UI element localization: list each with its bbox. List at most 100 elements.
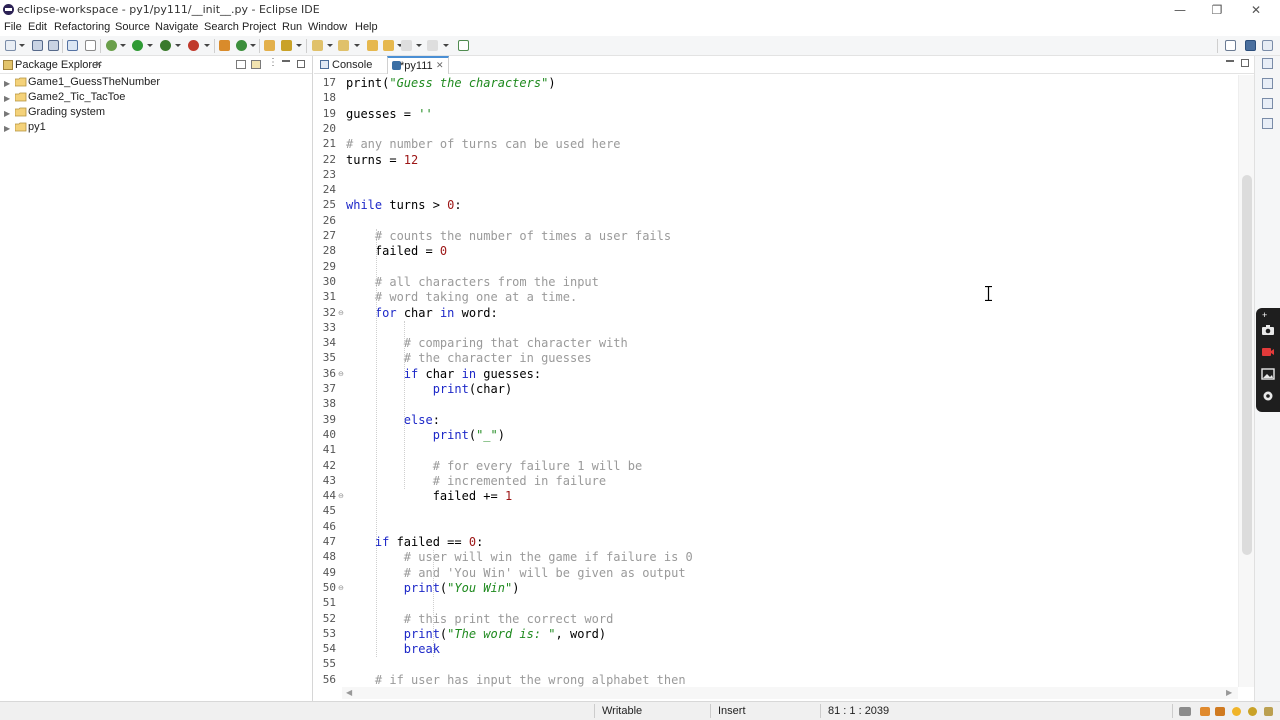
terminal-icon[interactable] bbox=[67, 40, 78, 51]
minimize-button[interactable]: — bbox=[1160, 0, 1200, 20]
fold-toggle-icon[interactable]: ⊖ bbox=[338, 309, 344, 317]
menu-source[interactable]: Source bbox=[115, 21, 150, 33]
horizontal-scrollbar[interactable]: ◀ ▶ bbox=[342, 687, 1238, 699]
menu-refactoring[interactable]: Refactoring bbox=[54, 21, 110, 33]
debug-icon[interactable] bbox=[106, 40, 117, 51]
heap-status-icon[interactable] bbox=[1179, 707, 1191, 716]
code-line[interactable]: # word taking one at a time. bbox=[346, 290, 577, 305]
code-line[interactable]: print("Guess the characters") bbox=[346, 76, 556, 91]
java-perspective-icon[interactable] bbox=[1262, 40, 1273, 51]
notification-icon[interactable] bbox=[1200, 707, 1210, 716]
close-icon[interactable]: ✕ bbox=[95, 59, 103, 70]
pydev-perspective-icon[interactable] bbox=[1245, 40, 1256, 51]
code-line[interactable]: else: bbox=[346, 413, 440, 428]
maximize-editor-icon[interactable] bbox=[1241, 59, 1249, 67]
code-line[interactable]: # the character in guesses bbox=[346, 351, 592, 366]
code-line[interactable]: print("The word is: ", word) bbox=[346, 627, 606, 642]
code-line[interactable]: # comparing that character with bbox=[346, 336, 628, 351]
expand-arrow-icon[interactable]: ▶ bbox=[4, 124, 10, 133]
last-edit-icon[interactable] bbox=[367, 40, 378, 51]
menu-search[interactable]: Search bbox=[204, 21, 239, 33]
external-tools-dropdown-icon[interactable] bbox=[204, 44, 210, 47]
package-explorer-tab[interactable]: Package Explorer bbox=[15, 59, 102, 71]
coverage-icon[interactable] bbox=[160, 40, 171, 51]
code-line[interactable]: # all characters from the input bbox=[346, 275, 599, 290]
back-icon[interactable] bbox=[383, 40, 394, 51]
link-editor-icon[interactable] bbox=[251, 60, 261, 69]
code-line[interactable]: # if user has input the wrong alphabet t… bbox=[346, 673, 686, 687]
code-line[interactable]: print("_") bbox=[346, 428, 505, 443]
progress-icon[interactable] bbox=[1248, 707, 1257, 716]
code-line[interactable]: break bbox=[346, 642, 440, 657]
code-line[interactable]: # and 'You Win' will be given as output bbox=[346, 566, 686, 581]
tab-console[interactable]: Console bbox=[318, 56, 380, 74]
new-dropdown-icon[interactable] bbox=[19, 44, 25, 47]
vertical-scroll-thumb[interactable] bbox=[1242, 175, 1252, 555]
open-type-icon[interactable] bbox=[264, 40, 275, 51]
menu-file[interactable]: File bbox=[4, 21, 22, 33]
forward-dropdown-icon[interactable] bbox=[416, 44, 422, 47]
code-line[interactable]: for char in word: bbox=[346, 306, 498, 321]
menu-run[interactable]: Run bbox=[282, 21, 302, 33]
tab-py111[interactable]: *py111 ✕ bbox=[387, 56, 449, 74]
skip-breakpoints-icon[interactable] bbox=[85, 40, 96, 51]
forward-icon[interactable] bbox=[401, 40, 412, 51]
pen-dropdown-icon[interactable] bbox=[296, 44, 302, 47]
menu-edit[interactable]: Edit bbox=[28, 21, 47, 33]
code-line[interactable]: # any number of turns can be used here bbox=[346, 137, 621, 152]
code-line[interactable]: if failed == 0: bbox=[346, 535, 483, 550]
previous-annotation-dropdown-icon[interactable] bbox=[354, 44, 360, 47]
code-line[interactable]: while turns > 0: bbox=[346, 198, 462, 213]
update-icon[interactable] bbox=[1215, 707, 1225, 716]
fold-toggle-icon[interactable]: ⊖ bbox=[338, 370, 344, 378]
fold-toggle-icon[interactable]: ⊖ bbox=[338, 584, 344, 592]
sync-icon[interactable] bbox=[1264, 707, 1273, 716]
run-dropdown-icon[interactable] bbox=[147, 44, 153, 47]
gallery-icon[interactable] bbox=[1261, 368, 1275, 380]
code-line[interactable]: print(char) bbox=[346, 382, 512, 397]
code-line[interactable]: failed += 1 bbox=[346, 489, 513, 504]
vertical-scrollbar[interactable] bbox=[1238, 75, 1254, 687]
new-class-icon[interactable] bbox=[236, 40, 247, 51]
external-tools-icon[interactable] bbox=[188, 40, 199, 51]
next-annotation-dropdown-icon[interactable] bbox=[327, 44, 333, 47]
code-line[interactable]: failed = 0 bbox=[346, 244, 447, 259]
plus-icon[interactable]: + bbox=[1262, 310, 1267, 320]
view-menu-icon[interactable]: ⋮ bbox=[268, 57, 278, 68]
settings-icon[interactable] bbox=[1261, 390, 1275, 402]
collapse-all-icon[interactable] bbox=[236, 60, 246, 69]
debug-dropdown-icon[interactable] bbox=[120, 44, 126, 47]
expand-arrow-icon[interactable]: ▶ bbox=[4, 94, 10, 103]
menu-help[interactable]: Help bbox=[355, 21, 378, 33]
code-line[interactable]: # for every failure 1 will be bbox=[346, 459, 643, 474]
code-line[interactable]: # counts the number of times a user fail… bbox=[346, 229, 671, 244]
minimize-view-icon[interactable] bbox=[282, 60, 290, 62]
code-editor[interactable]: print("Guess the characters") guesses = '… bbox=[346, 75, 1236, 687]
code-line[interactable]: # incremented in failure bbox=[346, 474, 606, 489]
run-icon[interactable] bbox=[132, 40, 143, 51]
pin-editor-icon[interactable] bbox=[458, 40, 469, 51]
code-line[interactable]: turns = 12 bbox=[346, 153, 418, 168]
restore-button[interactable]: ❐ bbox=[1197, 0, 1237, 20]
task-list-icon[interactable] bbox=[1262, 78, 1273, 89]
code-line[interactable]: # this print the correct word bbox=[346, 612, 614, 627]
save-icon[interactable] bbox=[32, 40, 43, 51]
maximize-view-icon[interactable] bbox=[297, 60, 305, 68]
next-annotation-icon[interactable] bbox=[312, 40, 323, 51]
fold-toggle-icon[interactable]: ⊖ bbox=[338, 492, 344, 500]
coverage-dropdown-icon[interactable] bbox=[175, 44, 181, 47]
close-icon[interactable]: ✕ bbox=[436, 60, 444, 71]
forward2-dropdown-icon[interactable] bbox=[443, 44, 449, 47]
new-icon[interactable] bbox=[5, 40, 16, 51]
hierarchy-view-icon[interactable] bbox=[1262, 98, 1273, 109]
close-button[interactable]: ✕ bbox=[1236, 0, 1276, 20]
expand-arrow-icon[interactable]: ▶ bbox=[4, 79, 10, 88]
code-line[interactable]: # user will win the game if failure is 0 bbox=[346, 550, 693, 565]
outline-view-icon[interactable] bbox=[1262, 58, 1273, 69]
restore-view-icon[interactable] bbox=[1262, 118, 1273, 129]
save-all-icon[interactable] bbox=[48, 40, 59, 51]
menu-navigate[interactable]: Navigate bbox=[155, 21, 198, 33]
tips-icon[interactable] bbox=[1232, 707, 1241, 716]
record-icon[interactable] bbox=[1261, 346, 1275, 358]
scroll-left-icon[interactable]: ◀ bbox=[346, 688, 352, 697]
